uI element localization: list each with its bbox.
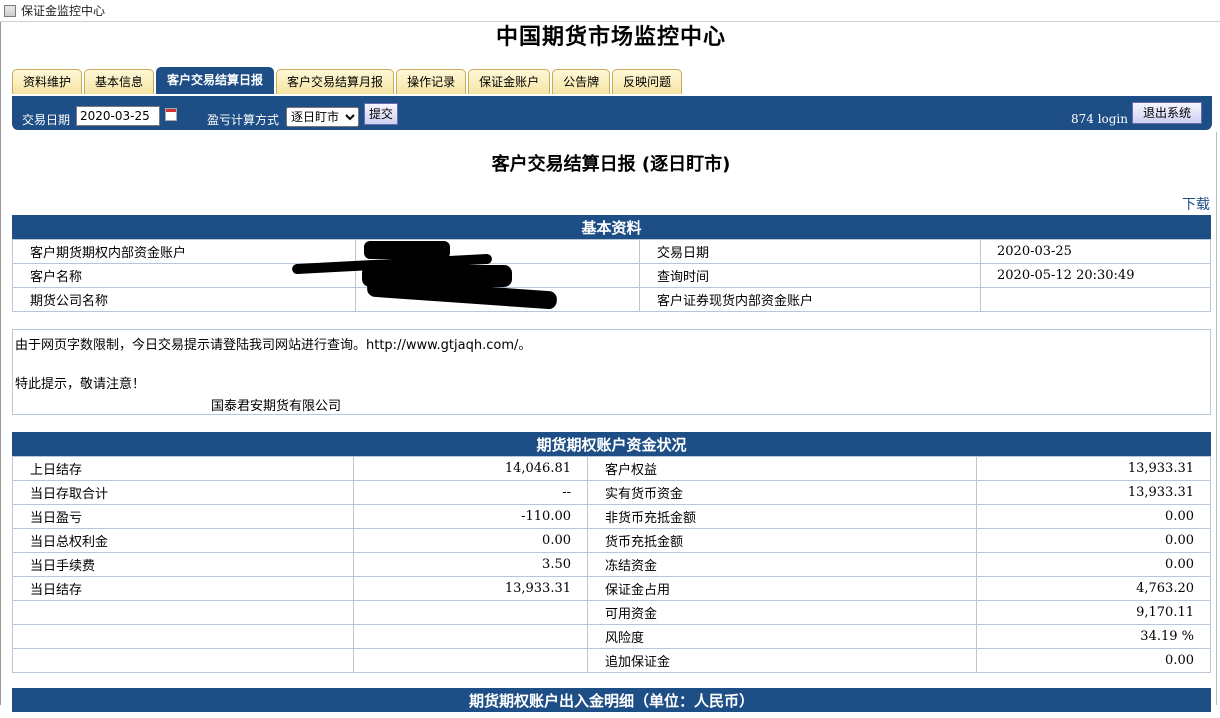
- field-value: [980, 287, 1211, 312]
- field-value: 14,046.81: [353, 456, 588, 481]
- submit-button[interactable]: 提交: [364, 103, 398, 125]
- tab-7[interactable]: 反映问题: [612, 69, 683, 94]
- table-row: 当日存取合计 -- 实有货币资金 13,933.31: [12, 480, 1211, 505]
- report-title: 客户交易结算日报 (逐日盯市): [491, 154, 731, 175]
- field-value: 9,170.11: [976, 600, 1211, 625]
- table-row: 追加保证金 0.00: [12, 648, 1211, 673]
- field-value: 13,933.31: [976, 480, 1211, 505]
- table-row: 当日结存 13,933.31 保证金占用 4,763.20: [12, 576, 1211, 601]
- table-row: 当日手续费 3.50 冻结资金 0.00: [12, 552, 1211, 577]
- date-label: 交易日期: [22, 113, 71, 127]
- notice-line: 由于网页字数限制，今日交易提示请登陆我司网站进行查询。http://www.gt…: [15, 338, 532, 353]
- calc-method-label: 盈亏计算方式: [207, 113, 280, 127]
- field-value: 0.00: [976, 648, 1211, 673]
- field-label: [12, 648, 354, 673]
- inout-section: 期货期权账户出入金明细（单位：人民币）: [12, 688, 1211, 718]
- field-label: 期货公司名称: [12, 287, 356, 312]
- tab-bar: 资料维护 基本信息 客户交易结算日报 客户交易结算月报 操作记录 保证金账户 公告牌 反映问题: [12, 67, 683, 94]
- tab-1[interactable]: 基本信息: [84, 69, 155, 94]
- basic-info-heading: 基本资料: [12, 215, 1211, 239]
- calc-method-select[interactable]: 逐日盯市: [286, 107, 359, 127]
- tab-3[interactable]: 客户交易结算月报: [276, 69, 395, 94]
- field-label: 当日总权利金: [12, 528, 354, 553]
- field-value: 3.50: [353, 552, 588, 577]
- field-value: 0.00: [976, 528, 1211, 553]
- field-label: 客户期货期权内部资金账户: [12, 239, 356, 264]
- field-label: 非货币充抵金额: [587, 504, 977, 529]
- field-label: 货币充抵金额: [587, 528, 977, 553]
- window-titlebar: 保证金监控中心: [0, 0, 1220, 22]
- field-value: [353, 600, 588, 625]
- tab-6[interactable]: 公告牌: [552, 69, 611, 94]
- notice-line: 特此提示，敬请注意！: [15, 377, 146, 392]
- field-label: 可用资金: [587, 600, 977, 625]
- field-value: --: [353, 480, 588, 505]
- funds-table: 上日结存 14,046.81 客户权益 13,933.31 当日存取合计 -- 实有货币资金…: [12, 456, 1211, 673]
- notice-box: 由于网页字数限制，今日交易提示请登陆我司网站进行查询。http://www.gt…: [12, 329, 1211, 415]
- tab-2[interactable]: 客户交易结算日报: [156, 67, 275, 94]
- field-label: 追加保证金: [587, 648, 977, 673]
- table-row: 客户期货期权内部资金账户 交易日期 2020-03-25: [12, 239, 1211, 264]
- scrollbar[interactable]: [1216, 132, 1220, 705]
- field-value: [353, 624, 588, 649]
- page-frame: 中国期货市场监控中心 资料维护 基本信息 客户交易结算日报 客户交易结算月报 操作记录保…: [0, 22, 1220, 712]
- field-value: 13,933.31: [976, 456, 1211, 481]
- field-value: 4,763.20: [976, 576, 1211, 601]
- date-input[interactable]: [76, 106, 160, 126]
- field-label: 实有货币资金: [587, 480, 977, 505]
- field-label: 当日结存: [12, 576, 354, 601]
- field-label: [12, 624, 354, 649]
- field-label: 当日盈亏: [12, 504, 354, 529]
- window-title: 保证金监控中心: [21, 4, 106, 18]
- field-label: 保证金占用: [587, 576, 977, 601]
- field-label: 当日手续费: [12, 552, 354, 577]
- calendar-icon[interactable]: [165, 108, 177, 121]
- basic-info-table: 客户期货期权内部资金账户 交易日期 2020-03-25 客户名称 查询时间 2020-0…: [12, 239, 1211, 312]
- toolbar: 交易日期 盈亏计算方式 逐日盯市 提交 874 login 退出系统: [12, 96, 1212, 130]
- field-label: [12, 600, 354, 625]
- funds-heading: 期货期权账户资金状况: [12, 432, 1211, 456]
- table-row: 期货公司名称 客户证券现货内部资金账户: [12, 287, 1211, 312]
- field-label: 查询时间: [639, 263, 981, 288]
- field-label: 冻结资金: [587, 552, 977, 577]
- field-label: 当日存取合计: [12, 480, 354, 505]
- tab-5[interactable]: 保证金账户: [468, 69, 551, 94]
- field-value: 0.00: [976, 504, 1211, 529]
- field-label: 交易日期: [639, 239, 981, 264]
- field-value: -110.00: [353, 504, 588, 529]
- funds-section: 期货期权账户资金状况 上日结存 14,046.81 客户权益 13,933.31 当日存…: [12, 432, 1211, 673]
- field-label: 风险度: [587, 624, 977, 649]
- tab-0[interactable]: 资料维护: [12, 69, 83, 94]
- inout-heading: 期货期权账户出入金明细（单位：人民币）: [12, 688, 1211, 712]
- login-info: 874 login: [1070, 112, 1128, 126]
- field-value: 0.00: [353, 528, 588, 553]
- table-row: 可用资金 9,170.11: [12, 600, 1211, 625]
- field-value: 2020-05-12 20:30:49: [980, 263, 1211, 288]
- field-value: 2020-03-25: [980, 239, 1211, 264]
- table-row: 当日总权利金 0.00 货币充抵金额 0.00: [12, 528, 1211, 553]
- field-label: 上日结存: [12, 456, 354, 481]
- basic-info-section: 基本资料 客户期货期权内部资金账户 交易日期 2020-03-25 客户名称 查询时间 2…: [12, 215, 1211, 312]
- table-row: 客户名称 查询时间 2020-05-12 20:30:49: [12, 263, 1211, 288]
- table-row: 上日结存 14,046.81 客户权益 13,933.31: [12, 456, 1211, 481]
- field-value: 0.00: [976, 552, 1211, 577]
- notice-signature: 国泰君安期货有限公司: [211, 399, 342, 414]
- field-label: 客户权益: [587, 456, 977, 481]
- table-row: 风险度 34.19 %: [12, 624, 1211, 649]
- table-row: 当日盈亏 -110.00 非货币充抵金额 0.00: [12, 504, 1211, 529]
- field-value: 13,933.31: [353, 576, 588, 601]
- tab-4[interactable]: 操作记录: [396, 69, 467, 94]
- field-value: 34.19 %: [976, 624, 1211, 649]
- logout-button[interactable]: 退出系统: [1132, 102, 1202, 124]
- download-link[interactable]: 下载: [1182, 194, 1210, 214]
- app-icon: [4, 4, 16, 17]
- field-label: 客户证券现货内部资金账户: [639, 287, 981, 312]
- page-title: 中国期货市场监控中心: [495, 24, 726, 50]
- field-value: [353, 648, 588, 673]
